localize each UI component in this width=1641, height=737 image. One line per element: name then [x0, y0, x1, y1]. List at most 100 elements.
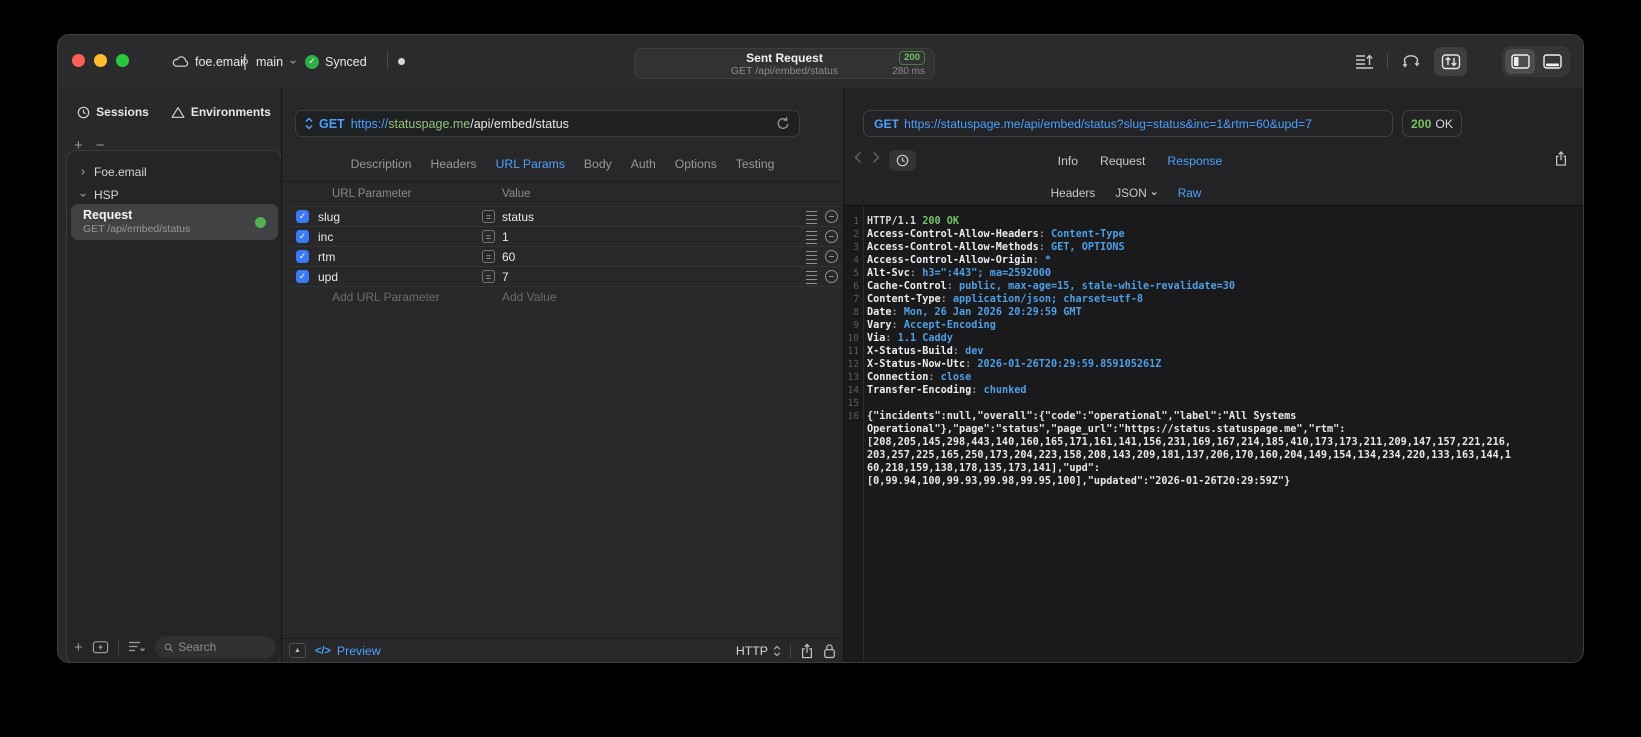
clock-icon	[77, 106, 90, 118]
export-response-button[interactable]	[1554, 150, 1568, 167]
tab-options[interactable]: Options	[675, 157, 717, 171]
sync-label: Synced	[325, 54, 367, 69]
minimize-window-button[interactable]	[94, 54, 107, 67]
drag-handle-icon[interactable]	[806, 211, 817, 224]
titlebar: foe.email main Synced Sent Request GET /…	[58, 35, 1583, 88]
tab-testing[interactable]: Testing	[736, 157, 775, 171]
equals-operator-icon[interactable]: =	[482, 270, 495, 283]
param-value[interactable]: 7	[502, 270, 509, 284]
tree-group-hsp[interactable]: HSP	[79, 188, 119, 202]
delete-row-button[interactable]	[825, 230, 838, 243]
param-row: slug = status	[290, 206, 842, 226]
param-value[interactable]: status	[502, 210, 534, 224]
sidebar-layout-icon	[1510, 53, 1530, 69]
request-url[interactable]: https://statuspage.me/api/embed/status	[351, 117, 770, 131]
param-value[interactable]: 60	[502, 250, 515, 264]
tab-sessions[interactable]: Sessions	[77, 105, 149, 119]
drag-handle-icon[interactable]	[806, 231, 817, 244]
add-param-placeholder[interactable]: Add URL Parameter	[332, 290, 440, 304]
history-button[interactable]	[889, 150, 916, 171]
tab-environments[interactable]: Environments	[171, 105, 271, 119]
tab-info[interactable]: Info	[1058, 154, 1078, 168]
delete-row-button[interactable]	[825, 210, 838, 223]
branch-switcher[interactable]: main	[240, 53, 297, 70]
response-url-box[interactable]: GET https://statuspage.me/api/embed/stat…	[863, 110, 1393, 137]
request-list-item-selected[interactable]: Request GET /api/embed/status	[71, 204, 278, 240]
param-checkbox[interactable]	[296, 210, 309, 223]
subtab-json-dropdown[interactable]: JSON	[1115, 186, 1157, 200]
reload-icon[interactable]	[776, 116, 790, 131]
lasso-sync-icon	[1402, 55, 1420, 68]
add-item-button[interactable]: +	[74, 138, 83, 153]
history-back-icon[interactable]	[854, 151, 862, 164]
remove-item-button[interactable]: −	[96, 138, 105, 153]
sent-request-summary[interactable]: Sent Request GET /api/embed/status 200 2…	[634, 48, 935, 79]
param-name[interactable]: inc	[318, 230, 333, 244]
subtab-raw[interactable]: Raw	[1178, 186, 1202, 200]
sync-status[interactable]: Synced	[305, 53, 367, 70]
tab-description[interactable]: Description	[351, 157, 412, 171]
new-request-button[interactable]: +	[74, 640, 83, 655]
subtab-headers[interactable]: Headers	[1051, 186, 1096, 200]
delete-row-button[interactable]	[825, 250, 838, 263]
equals-operator-icon[interactable]: =	[482, 210, 495, 223]
method-stepper-icon[interactable]	[305, 117, 313, 130]
close-window-button[interactable]	[72, 54, 85, 67]
param-value[interactable]: 1	[502, 230, 509, 244]
share-icon[interactable]	[800, 643, 814, 659]
column-header-value: Value	[502, 188, 531, 200]
code-line: [0,99.94,100,99.93,99.98,99.95,100],"upd…	[867, 476, 1291, 487]
history-forward-icon[interactable]	[872, 151, 880, 164]
history-nav	[854, 151, 880, 164]
equals-operator-icon[interactable]: =	[482, 250, 495, 263]
drag-handle-icon[interactable]	[806, 271, 817, 284]
equals-operator-icon[interactable]: =	[482, 230, 495, 243]
code-line: 12 X-Status-Now-Utc: 2026-01-26T20:29:59.…	[847, 359, 1162, 370]
param-name[interactable]: slug	[318, 210, 340, 224]
tab-headers[interactable]: Headers	[431, 157, 477, 171]
lock-icon[interactable]	[823, 643, 836, 659]
tab-response[interactable]: Response	[1167, 154, 1222, 168]
tree-group-foe-email[interactable]: Foe.email	[79, 165, 147, 179]
toggle-sidebar-button[interactable]	[1505, 48, 1535, 74]
param-checkbox[interactable]	[296, 250, 309, 263]
add-value-placeholder[interactable]: Add Value	[502, 290, 557, 304]
request-duration: 280 ms	[892, 65, 925, 77]
request-method[interactable]: GET	[319, 117, 345, 131]
tab-url-params[interactable]: URL Params	[496, 157, 565, 171]
param-checkbox[interactable]	[296, 230, 309, 243]
request-url-bar[interactable]: GET https://statuspage.me/api/embed/stat…	[295, 110, 800, 137]
chevron-down-icon	[1151, 191, 1157, 195]
box-arrows-icon	[1441, 54, 1460, 70]
import-export-button[interactable]	[1434, 46, 1467, 76]
param-name[interactable]: upd	[318, 270, 338, 284]
cloud-icon	[172, 56, 189, 67]
collapse-panel-button[interactable]	[289, 643, 306, 658]
tab-auth[interactable]: Auth	[631, 157, 656, 171]
project-switcher[interactable]: foe.email	[172, 53, 246, 70]
request-editor-panel: GET https://statuspage.me/api/embed/stat…	[282, 88, 843, 662]
response-code[interactable]: 1 HTTP/1.1 200 OK 2 Access-Control-Allow-He…	[844, 205, 1583, 662]
search-input[interactable]	[178, 640, 267, 654]
param-name[interactable]: rtm	[318, 250, 335, 264]
sync-loop-button[interactable]	[1397, 48, 1425, 74]
protocol-selector[interactable]: HTTP	[736, 644, 768, 658]
sort-filter-icon[interactable]	[128, 640, 146, 654]
new-group-icon[interactable]	[92, 639, 109, 655]
code-line: 203,257,225,165,250,173,204,223,158,208,…	[867, 450, 1512, 461]
preview-button[interactable]: Preview	[337, 644, 381, 658]
code-line: 4 Access-Control-Allow-Origin: *	[853, 255, 1052, 266]
toggle-bottom-panel-button[interactable]	[1537, 49, 1567, 74]
delete-row-button[interactable]	[825, 270, 838, 283]
zoom-window-button[interactable]	[116, 54, 129, 67]
tab-body[interactable]: Body	[584, 157, 612, 171]
gutter-divider	[863, 206, 864, 662]
request-queue-button[interactable]	[1350, 48, 1378, 74]
tab-request[interactable]: Request	[1100, 154, 1145, 168]
response-url: https://statuspage.me/api/embed/status?s…	[904, 116, 1312, 131]
protocol-stepper-icon[interactable]	[773, 644, 781, 657]
drag-handle-icon[interactable]	[806, 251, 817, 264]
request-item-title: Request	[83, 208, 133, 222]
param-checkbox[interactable]	[296, 270, 309, 283]
code-line: 16 {"incidents":null,"overall":{"code":"o…	[847, 411, 1297, 422]
